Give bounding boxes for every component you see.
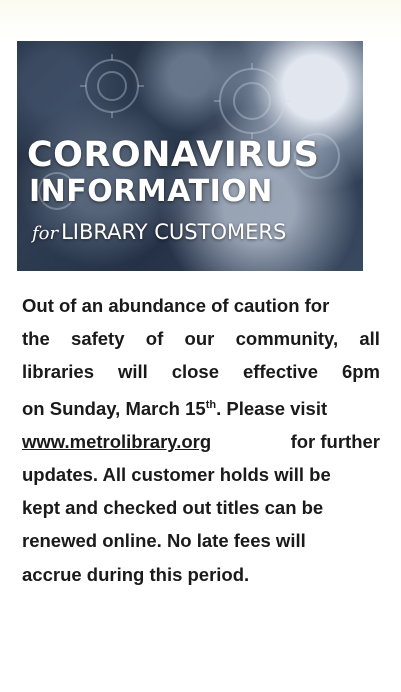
notice-word: community, [235, 328, 339, 350]
notice-word: the [22, 328, 50, 350]
virus-particle [233, 82, 271, 120]
banner-title: CORONAVIRUS [27, 135, 320, 175]
notice-line-5: www.metrolibrary.org for further [22, 425, 380, 458]
notice-line-8: renewed online. No late fees will [22, 530, 306, 552]
closure-date-text: on Sunday, March 15 [22, 397, 206, 419]
notice-word: of [145, 328, 164, 350]
banner-for-word: for [32, 223, 59, 244]
notice-word: safety [71, 328, 125, 350]
banner-subtitle: INFORMATION [29, 174, 273, 209]
notice-word: libraries [22, 361, 94, 383]
notice-line-4: on Sunday, March 15th. Please visit [22, 389, 380, 425]
notice-line-6: updates. All customer holds will be [22, 464, 331, 486]
virus-particle [85, 59, 139, 113]
virus-particle [97, 71, 127, 101]
banner-audience-text: LIBRARY CUSTOMERS [61, 220, 287, 244]
notice-line-9: accrue during this period. [22, 563, 250, 585]
visit-text: . Please visit [216, 397, 328, 419]
notice-line-2: the safety of our community, all [22, 322, 380, 355]
notice-word: all [359, 328, 380, 350]
notice-line-3: libraries will close effective 6pm [22, 355, 380, 388]
notice-line-7: kept and checked out titles can be [22, 497, 324, 519]
closure-notice: Out of an abundance of caution for the s… [22, 289, 380, 591]
date-ordinal-suffix: th [205, 398, 217, 411]
page-background-tint [0, 0, 401, 40]
library-website-link[interactable]: www.metrolibrary.org [22, 425, 211, 458]
banner-audience: for LIBRARY CUSTOMERS [32, 219, 286, 247]
notice-word: 6pm [341, 361, 380, 383]
notice-word: effective [242, 361, 319, 383]
notice-line-1: Out of an abundance of caution for [22, 295, 330, 316]
notice-word: will [117, 361, 148, 383]
coronavirus-banner: CORONAVIRUS INFORMATION for LIBRARY CUSTO… [17, 41, 363, 271]
notice-word: our [184, 328, 215, 350]
virus-particle [219, 68, 285, 134]
further-text: for further [290, 430, 380, 452]
notice-word: close [171, 361, 219, 383]
